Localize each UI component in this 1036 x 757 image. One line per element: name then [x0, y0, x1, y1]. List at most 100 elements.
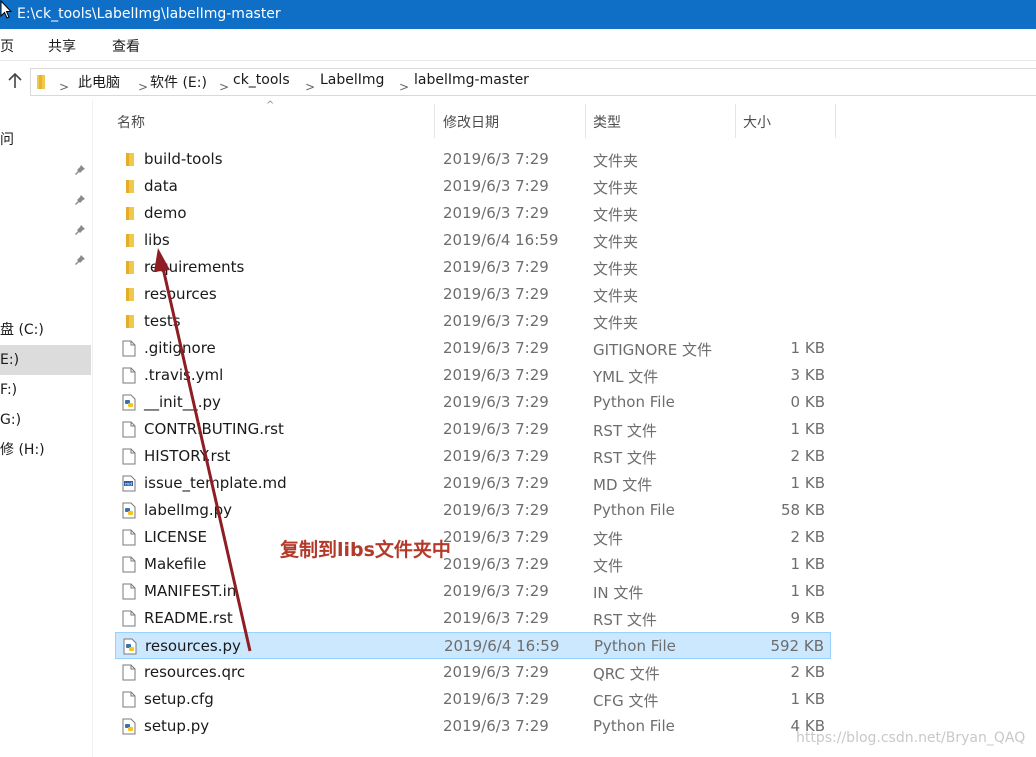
- file-row[interactable]: setup.cfg 2019/6/3 7:29 CFG 文件 1 KB: [115, 686, 831, 713]
- file-type: CFG 文件: [593, 692, 659, 710]
- file-row[interactable]: libs 2019/6/4 16:59 文件夹: [115, 227, 831, 254]
- crumb-separator: >: [138, 80, 149, 94]
- file-date: 2019/6/3 7:29: [443, 474, 549, 492]
- nav-item-label: 盘 (C:): [0, 322, 44, 338]
- file-size: 9 KB: [790, 609, 825, 627]
- column-header-size[interactable]: 大小: [743, 112, 771, 132]
- file-row[interactable]: CONTRIBUTING.rst 2019/6/3 7:29 RST 文件 1 KB: [115, 416, 831, 443]
- crumb-ck-tools[interactable]: ck_tools: [233, 72, 290, 88]
- file-size: 2 KB: [790, 528, 825, 546]
- file-row[interactable]: .travis.yml 2019/6/3 7:29 YML 文件 3 KB: [115, 362, 831, 389]
- file-name: demo: [144, 204, 187, 222]
- file-name: libs: [144, 231, 170, 249]
- file-row[interactable]: build-tools 2019/6/3 7:29 文件夹: [115, 146, 831, 173]
- annotation-text: 复制到libs文件夹中: [280, 539, 451, 561]
- column-divider[interactable]: [735, 104, 736, 138]
- file-date: 2019/6/3 7:29: [443, 285, 549, 303]
- file-row[interactable]: .gitignore 2019/6/3 7:29 GITIGNORE 文件 1 KB: [115, 335, 831, 362]
- column-divider[interactable]: [585, 104, 586, 138]
- file-row-selected[interactable]: resources.py 2019/6/4 16:59 Python File 592…: [115, 632, 831, 659]
- file-size: 2 KB: [790, 447, 825, 465]
- crumb-labelimg-master[interactable]: labelImg-master: [414, 72, 529, 88]
- svg-text:md: md: [125, 481, 132, 487]
- address-path-box[interactable]: > 此电脑 > 软件 (E:) > ck_tools > LabelImg > …: [30, 68, 1036, 96]
- file-date: 2019/6/3 7:29: [443, 177, 549, 195]
- file-row[interactable]: requirements 2019/6/3 7:29 文件夹: [115, 254, 831, 281]
- crumb-separator: >: [59, 80, 70, 94]
- file-name: resources: [144, 285, 217, 303]
- file-row[interactable]: MANIFEST.in 2019/6/3 7:29 IN 文件 1 KB: [115, 578, 831, 605]
- file-row[interactable]: resources.qrc 2019/6/3 7:29 QRC 文件 2 KB: [115, 659, 831, 686]
- file-row[interactable]: HISTORY.rst 2019/6/3 7:29 RST 文件 2 KB: [115, 443, 831, 470]
- file-icon: [121, 367, 137, 384]
- file-name: requirements: [144, 258, 245, 276]
- nav-item-drive-h[interactable]: 修 (H:): [0, 435, 91, 465]
- file-name: issue_template.md: [144, 474, 287, 492]
- file-row[interactable]: labelImg.py 2019/6/3 7:29 Python File 58 KB: [115, 497, 831, 524]
- tab-view[interactable]: 查看: [112, 36, 140, 56]
- column-header-name[interactable]: 名称: [117, 112, 145, 132]
- file-row[interactable]: tests 2019/6/3 7:29 文件夹: [115, 308, 831, 335]
- file-date: 2019/6/3 7:29: [443, 366, 549, 384]
- file-size: 592 KB: [770, 637, 824, 655]
- column-divider[interactable]: [434, 104, 435, 138]
- pin-icon[interactable]: [74, 224, 86, 236]
- nav-item-drive-c[interactable]: 盘 (C:): [0, 315, 91, 345]
- folder-icon: [121, 232, 137, 249]
- file-type: 文件夹: [593, 260, 639, 278]
- crumb-drive-e[interactable]: 软件 (E:): [150, 72, 207, 92]
- file-date: 2019/6/3 7:29: [443, 717, 549, 735]
- column-divider[interactable]: [835, 104, 836, 138]
- pin-icon[interactable]: [74, 164, 86, 176]
- crumb-labelimg[interactable]: LabelImg: [320, 72, 384, 88]
- file-row[interactable]: data 2019/6/3 7:29 文件夹: [115, 173, 831, 200]
- nav-item-drive-e[interactable]: E:): [0, 345, 91, 375]
- file-row[interactable]: demo 2019/6/3 7:29 文件夹: [115, 200, 831, 227]
- file-date: 2019/6/3 7:29: [443, 663, 549, 681]
- file-row[interactable]: setup.py 2019/6/3 7:29 Python File 4 KB: [115, 713, 831, 740]
- file-type: Python File: [593, 501, 675, 519]
- file-row[interactable]: README.rst 2019/6/3 7:29 RST 文件 9 KB: [115, 605, 831, 632]
- file-type: IN 文件: [593, 584, 644, 602]
- file-name: labelImg.py: [144, 501, 233, 519]
- up-arrow-icon[interactable]: [6, 72, 24, 90]
- file-date: 2019/6/3 7:29: [443, 393, 549, 411]
- nav-item-quick-access[interactable]: 问: [0, 125, 91, 155]
- file-type: 文件夹: [593, 314, 639, 332]
- column-header-date[interactable]: 修改日期: [443, 112, 499, 132]
- file-size: 1 KB: [790, 339, 825, 357]
- column-header-row: ^ 名称 修改日期 类型 大小: [108, 100, 836, 138]
- file-row[interactable]: md issue_template.md 2019/6/3 7:29 MD 文件 1 K…: [115, 470, 831, 497]
- file-name: setup.cfg: [144, 690, 214, 708]
- file-name: resources.qrc: [144, 663, 246, 681]
- mouse-cursor-icon: [0, 0, 12, 19]
- navigation-pane: 问 盘 (C:) E:) F:) G:) 修 (H:): [0, 100, 93, 757]
- file-date: 2019/6/3 7:29: [443, 582, 549, 600]
- file-date: 2019/6/3 7:29: [443, 339, 549, 357]
- column-header-type[interactable]: 类型: [593, 112, 621, 132]
- nav-item-drive-f[interactable]: F:): [0, 375, 91, 405]
- file-name: resources.py: [145, 637, 241, 655]
- folder-icon: [37, 75, 45, 89]
- nav-item-label: E:): [0, 352, 20, 368]
- tab-home[interactable]: 页: [0, 36, 14, 56]
- python-file-icon: [121, 394, 137, 411]
- pin-icon[interactable]: [74, 254, 86, 266]
- sort-up-icon: ^: [266, 100, 275, 111]
- file-icon: [121, 610, 137, 627]
- tab-share[interactable]: 共享: [48, 36, 76, 56]
- crumb-this-pc[interactable]: 此电脑: [78, 72, 120, 92]
- file-date: 2019/6/3 7:29: [443, 609, 549, 627]
- file-row[interactable]: __init__.py 2019/6/3 7:29 Python File 0 KB: [115, 389, 831, 416]
- file-date: 2019/6/3 7:29: [443, 312, 549, 330]
- file-row[interactable]: resources 2019/6/3 7:29 文件夹: [115, 281, 831, 308]
- nav-item-label: G:): [0, 412, 22, 428]
- file-name: .gitignore: [144, 339, 216, 357]
- file-row[interactable]: LICENSE 2019/6/3 7:29 文件 2 KB: [115, 524, 831, 551]
- file-icon: [121, 340, 137, 357]
- file-size: 0 KB: [790, 393, 825, 411]
- file-date: 2019/6/3 7:29: [443, 528, 549, 546]
- file-row[interactable]: Makefile 2019/6/3 7:29 文件 1 KB: [115, 551, 831, 578]
- nav-item-drive-g[interactable]: G:): [0, 405, 91, 435]
- pin-icon[interactable]: [74, 194, 86, 206]
